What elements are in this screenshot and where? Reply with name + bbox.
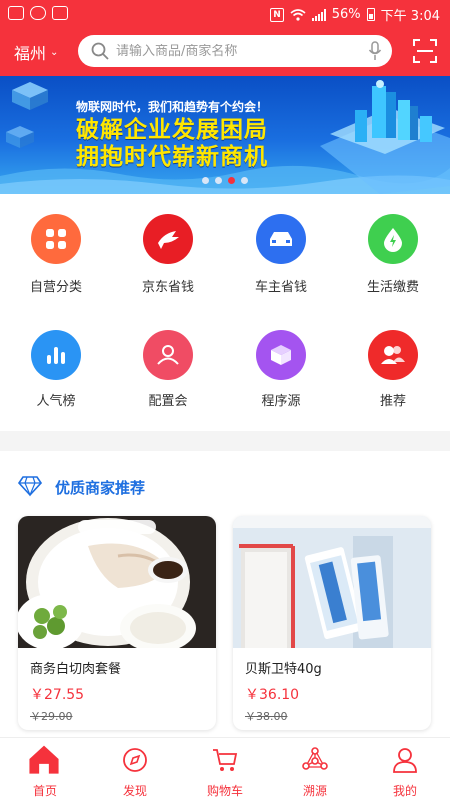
clock: 下午 3:04 <box>380 9 440 24</box>
user-icon <box>393 748 417 773</box>
battery-icon <box>366 8 375 21</box>
category-item[interactable]: 车主省钱 <box>225 194 337 295</box>
product-price: ￥36.10 <box>245 687 300 703</box>
section-title: 优质商家推荐 <box>55 479 146 497</box>
notification-icons <box>8 6 68 20</box>
tab-label: 溯源 <box>302 784 327 798</box>
wechat-notification-icon <box>30 6 46 20</box>
banner-subtitle: 物联网时代，我们和趋势有个约会！ <box>76 100 269 114</box>
category-item[interactable]: 人气榜 <box>0 312 112 412</box>
wifi-icon <box>290 8 306 21</box>
category-label: 生活缴费 <box>366 280 419 295</box>
product-original-price: ￥38.00 <box>245 710 288 723</box>
bag-notification-icon <box>52 6 68 20</box>
product-card[interactable]: 商务白切肉套餐 ￥27.55 ￥29.00 <box>18 516 216 730</box>
category-label: 自营分类 <box>29 280 82 295</box>
bag-notification-icon <box>8 6 24 20</box>
category-label: 京东省钱 <box>141 280 194 295</box>
category-label: 配置会 <box>148 394 188 409</box>
category-label: 推荐 <box>379 394 406 409</box>
product-card[interactable]: 贝斯卫特40g ￥36.10 ￥38.00 <box>233 516 431 730</box>
tab-cart[interactable]: 购物车 <box>180 738 270 800</box>
tab-home[interactable]: 首页 <box>0 738 90 800</box>
product-image <box>233 516 431 648</box>
category-item[interactable]: 生活缴费 <box>337 194 449 295</box>
city-selector[interactable]: 福州 ⌄ <box>14 40 58 64</box>
tab-label: 首页 <box>32 784 57 798</box>
grid-icon <box>31 214 81 264</box>
banner-headline-line2: 拥抱时代崭新商机 <box>76 144 268 170</box>
diamond-icon <box>18 476 42 497</box>
tab-mine[interactable]: 我的 <box>360 738 450 800</box>
nfc-icon: N <box>270 7 284 22</box>
category-item[interactable]: 配置会 <box>112 312 224 412</box>
banner-headline: 破解企业发展困局 拥抱时代崭新商机 <box>76 117 268 171</box>
meeting-icon <box>143 330 193 380</box>
category-item[interactable]: 程序源 <box>225 312 337 412</box>
search-icon <box>91 42 109 60</box>
category-item[interactable]: 自营分类 <box>0 194 112 295</box>
trace-network-icon <box>302 747 328 770</box>
cart-icon <box>213 749 238 771</box>
bar-chart-icon <box>31 330 81 380</box>
tab-discover[interactable]: 发现 <box>90 738 180 800</box>
water-drop-icon <box>368 214 418 264</box>
app-header: N 56% 下午 3:04 福州 ⌄ <box>0 0 450 76</box>
compass-icon <box>123 748 147 772</box>
chevron-down-icon: ⌄ <box>50 46 59 58</box>
product-name: 贝斯卫特40g <box>245 662 322 677</box>
tab-trace[interactable]: 溯源 <box>270 738 360 800</box>
pagination-dot[interactable] <box>215 177 222 184</box>
microphone-icon[interactable] <box>368 41 382 61</box>
category-label: 车主省钱 <box>254 280 307 295</box>
product-original-price: ￥29.00 <box>30 710 73 723</box>
tab-label: 购物车 <box>206 784 243 798</box>
banner-headline-line1: 破解企业发展困局 <box>76 117 268 143</box>
home-icon <box>29 745 59 774</box>
promo-banner[interactable]: 物联网时代，我们和趋势有个约会！ 破解企业发展困局 拥抱时代崭新商机 <box>0 76 450 194</box>
product-price: ￥27.55 <box>30 687 85 703</box>
tab-label: 发现 <box>122 784 147 798</box>
search-bar[interactable] <box>78 35 392 67</box>
pagination-dot[interactable] <box>202 177 209 184</box>
category-label: 程序源 <box>261 394 301 409</box>
banner-pagination <box>202 177 248 184</box>
category-label: 人气榜 <box>36 394 76 409</box>
product-image <box>18 516 216 648</box>
signal-icon <box>311 8 326 21</box>
pagination-dot[interactable] <box>241 177 248 184</box>
bottom-tab-bar: 首页 发现 购物车 溯源 我的 <box>0 737 450 800</box>
product-name: 商务白切肉套餐 <box>30 662 122 677</box>
category-item[interactable]: 推荐 <box>337 312 449 412</box>
recommended-merchants-section: 优质商家推荐 商务白切肉套餐 ￥27.55 ￥29.00 贝斯卫特40g ￥36… <box>0 451 450 737</box>
users-icon <box>368 330 418 380</box>
category-grid: 自营分类 京东省钱 车主省钱 生活缴费 人气榜 配置会 程序源 推荐 <box>0 194 450 431</box>
car-icon <box>256 214 306 264</box>
status-bar: N 56% 下午 3:04 <box>0 0 450 28</box>
search-input[interactable] <box>116 43 356 59</box>
city-label: 福州 <box>14 44 47 63</box>
scan-icon[interactable] <box>412 38 438 64</box>
battery-percent: 56% <box>331 7 361 22</box>
jd-dog-icon <box>143 214 193 264</box>
pagination-dot-active[interactable] <box>228 177 235 184</box>
cube-icon <box>256 330 306 380</box>
tab-label: 我的 <box>392 784 417 798</box>
category-item[interactable]: 京东省钱 <box>112 194 224 295</box>
